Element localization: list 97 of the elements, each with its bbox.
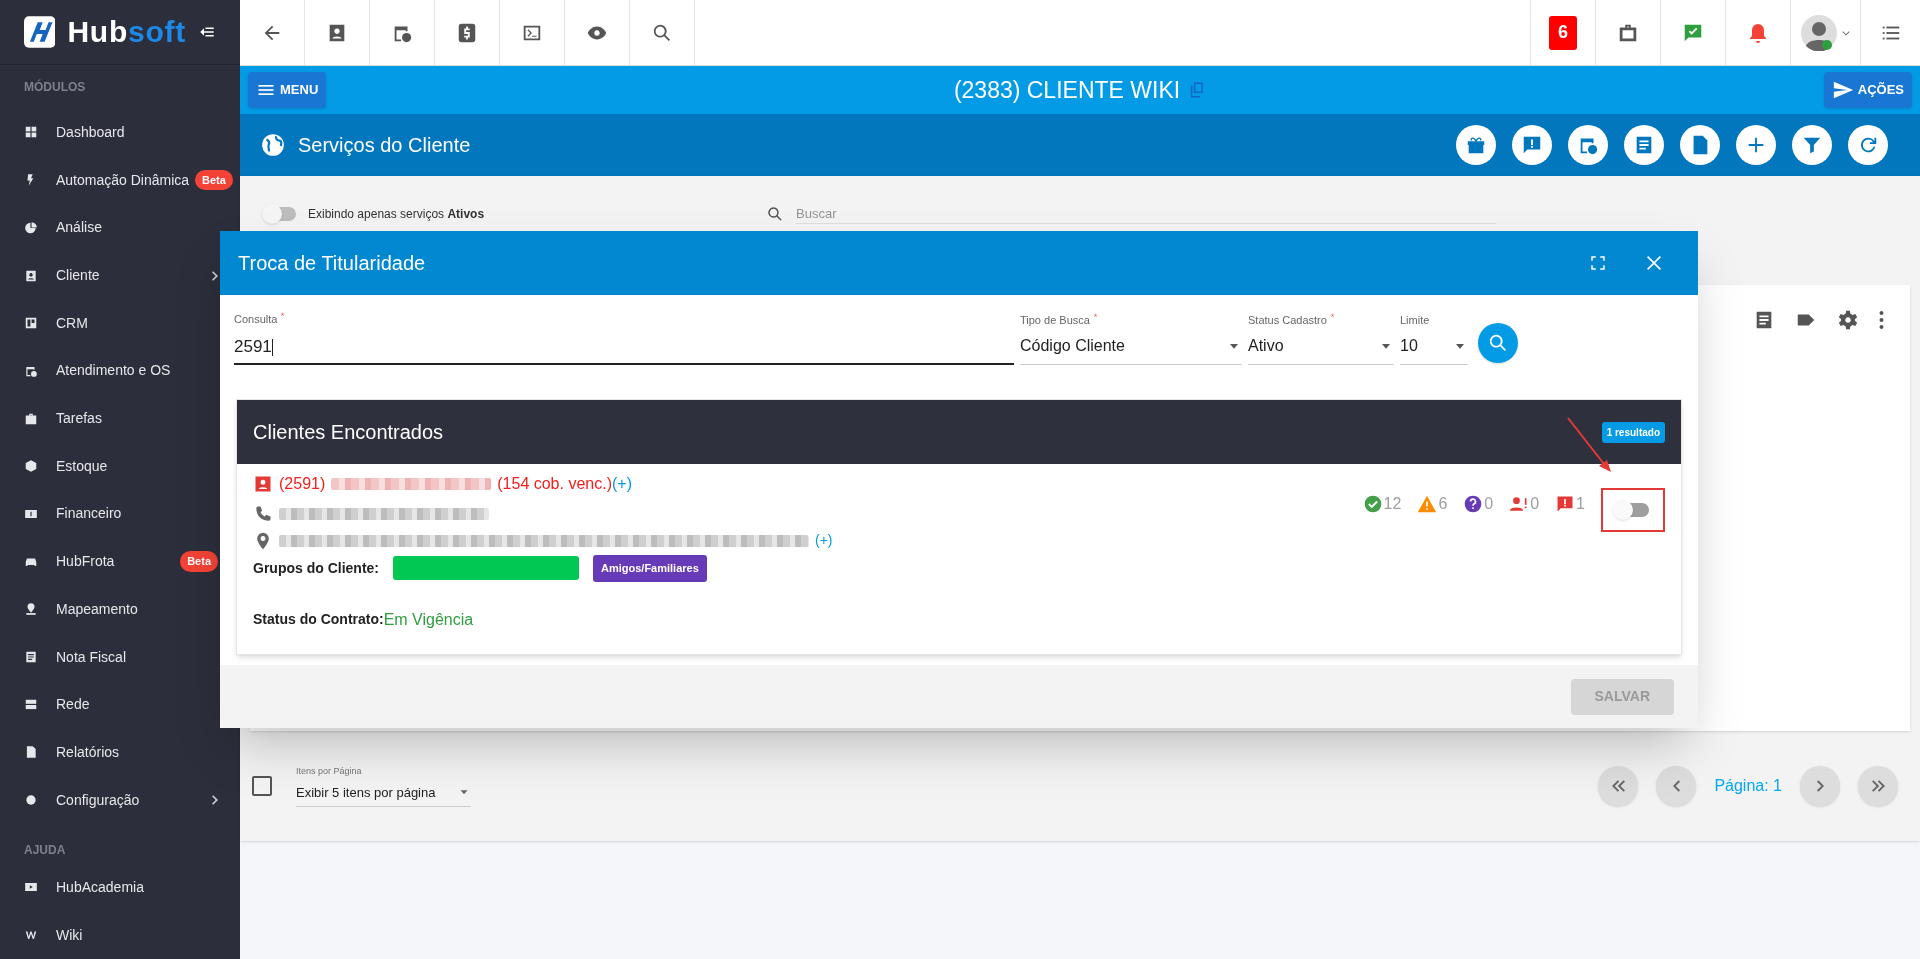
- action-button[interactable]: [1568, 125, 1608, 165]
- sidebar-item[interactable]: Atendimento e OS: [0, 347, 218, 395]
- sidebar-item[interactable]: HubFrota Beta: [0, 537, 218, 586]
- sidebar-item[interactable]: Mapeamento: [0, 585, 218, 634]
- sidebar-item[interactable]: Tarefas: [0, 394, 218, 443]
- sidebar-item[interactable]: Wiki: [0, 911, 218, 959]
- document-icon: [24, 745, 38, 760]
- groups-label: Grupos do Cliente:: [253, 558, 379, 578]
- sidebar-item[interactable]: Relatórios: [0, 728, 218, 777]
- map-pin-icon: [24, 602, 38, 617]
- sidebar-item[interactable]: Cliente: [0, 251, 218, 300]
- sidebar-item[interactable]: Análise: [0, 204, 218, 252]
- section-title: Serviços do Cliente: [298, 133, 471, 158]
- last-page-icon: [1871, 780, 1885, 792]
- board-icon: [24, 316, 38, 331]
- action-button[interactable]: [1736, 125, 1776, 165]
- cube-icon: [24, 459, 38, 474]
- sidebar-item[interactable]: Dashboard: [0, 108, 218, 157]
- contact-card-icon: [24, 268, 38, 283]
- pie-chart-icon: [24, 220, 38, 235]
- select-field[interactable]: Ativo: [1248, 334, 1394, 365]
- gift-icon: [1465, 134, 1487, 156]
- more-vertical-icon: [1879, 311, 1884, 329]
- sidebar-item[interactable]: Configuração: [0, 776, 218, 824]
- sidebar-item[interactable]: Estoque: [0, 442, 218, 491]
- counter-value: 12: [1383, 494, 1402, 514]
- contract-status: Em Vigência: [383, 609, 474, 630]
- per-page-select[interactable]: Exibir 5 itens por página: [296, 778, 471, 807]
- search-button[interactable]: [1478, 323, 1518, 363]
- client-title: (2383) CLIENTE WIKI: [953, 75, 1181, 105]
- page-indicator: Página: 1: [1714, 776, 1782, 796]
- select-field[interactable]: 10: [1400, 334, 1468, 365]
- client-code: (2591): [279, 474, 326, 494]
- results-title: Clientes Encontrados: [253, 420, 444, 445]
- overdue-count: (154 cob. venc.): [497, 474, 612, 494]
- field-label: Consulta: [234, 312, 278, 327]
- search-icon: [766, 205, 785, 223]
- sidebar-item[interactable]: CRM: [0, 299, 218, 348]
- counter-value: 0: [1530, 494, 1540, 514]
- next-page-icon: [1816, 780, 1824, 792]
- arrow-annotation: [1566, 416, 1612, 472]
- query-field[interactable]: 2591: [234, 333, 1014, 365]
- actions-button[interactable]: AÇÕES: [1823, 72, 1912, 108]
- sidebar-item[interactable]: Rede: [0, 680, 218, 729]
- action-button[interactable]: [1456, 125, 1496, 165]
- field-label: Tipo de Busca: [1020, 312, 1090, 328]
- field-label: Itens por Página: [296, 765, 363, 778]
- first-page-icon: [1611, 780, 1625, 792]
- sidebar-item[interactable]: Automação Dinâmica Beta: [0, 156, 233, 204]
- send-icon: [1831, 79, 1854, 101]
- globe-icon: [260, 132, 286, 158]
- field-label: Limite: [1400, 312, 1430, 328]
- server-icon: [24, 697, 38, 712]
- action-button[interactable]: [1624, 125, 1664, 165]
- avatar-icon: [1800, 14, 1837, 51]
- search-field[interactable]: Buscar: [796, 203, 1497, 225]
- close-icon: [1644, 253, 1664, 273]
- section-heading: AJUDA: [23, 841, 67, 859]
- section-heading: MÓDULOS: [23, 78, 87, 96]
- field-label: Status Cadastro: [1248, 312, 1327, 328]
- beta-badge: Beta: [195, 169, 233, 191]
- notification-count: 6: [1549, 15, 1577, 50]
- document-lines-icon: [24, 650, 38, 665]
- action-button[interactable]: [1680, 125, 1720, 165]
- logo-text: Hubsoft: [67, 17, 186, 48]
- sidebar-item[interactable]: HubAcademia: [0, 863, 218, 912]
- action-button[interactable]: [1512, 125, 1552, 165]
- contract-status-label: Status do Contrato:: [253, 610, 384, 629]
- grid-icon: [24, 125, 38, 140]
- filter-label: Exibindo apenas serviços Ativos: [308, 206, 485, 223]
- first-page-button[interactable]: [1598, 766, 1639, 806]
- modal-title: Troca de Titularidade: [238, 251, 426, 276]
- counter-value: 0: [1484, 494, 1494, 514]
- dollar-icon: [456, 21, 478, 44]
- previous-page-icon: [1672, 780, 1680, 792]
- checkbox[interactable]: [252, 776, 272, 796]
- counter-value: 6: [1438, 494, 1448, 514]
- counter-value: 1: [1576, 494, 1585, 514]
- search-icon: [1487, 332, 1509, 354]
- notification-button[interactable]: 6: [1530, 0, 1595, 65]
- client-row[interactable]: (2591) (154 cob. venc.)(+) (+) Grupos do Cliente: Amigos/Familiares Status do Contrato:Em Vigência 12 6 0 0 1: [237, 464, 1681, 654]
- sidebar-item[interactable]: Nota Fiscal: [0, 633, 218, 681]
- fullscreen-icon: [1589, 254, 1607, 272]
- menu-button[interactable]: MENU: [248, 72, 327, 108]
- money-icon: [24, 507, 38, 521]
- phone-icon: [253, 504, 273, 524]
- sidebar-item[interactable]: Financeiro: [0, 490, 218, 538]
- select-field[interactable]: Código Cliente: [1020, 334, 1242, 365]
- result-count: 1 resultado: [1601, 421, 1665, 443]
- beta-badge: Beta: [180, 551, 218, 572]
- group-tag: Amigos/Familiares: [593, 555, 707, 582]
- action-button[interactable]: [1792, 125, 1832, 165]
- action-button[interactable]: [1848, 125, 1888, 165]
- last-page-button[interactable]: [1858, 766, 1898, 806]
- logo-icon: [24, 16, 56, 49]
- contact-card-icon: [253, 474, 273, 494]
- briefcase-icon: [24, 411, 38, 426]
